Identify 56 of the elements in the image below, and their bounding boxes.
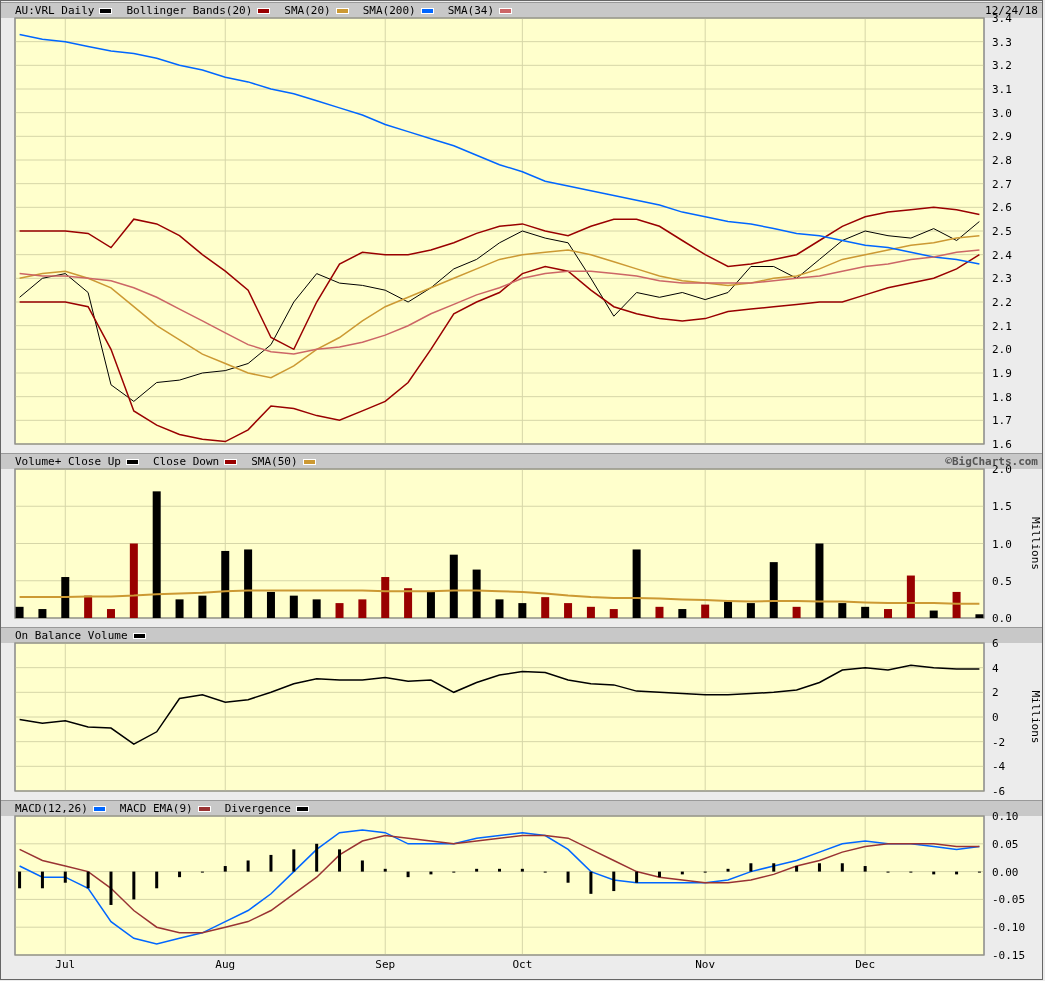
- axis-tick-label: 1.7: [992, 414, 1012, 428]
- credit-text: ©BigCharts.com: [945, 455, 1039, 468]
- axis-tick-label: -2: [992, 735, 1006, 749]
- axis-tick-label: 1.0: [992, 537, 1012, 551]
- legend-label: On Balance Volume: [15, 629, 128, 642]
- axis-tick-label: 2.0: [992, 343, 1012, 357]
- axis-tick-label: 3.2: [992, 59, 1012, 73]
- axis-tick-label: 1.6: [992, 438, 1012, 451]
- axis-title: Millions: [1029, 517, 1042, 570]
- axis-tick-label: 1.5: [992, 500, 1012, 514]
- axis-tick-label: -6: [992, 785, 1006, 798]
- legend-label: MACD EMA(9): [119, 802, 193, 815]
- axis-tick-label: -0.15: [992, 949, 1026, 962]
- axis-tick-label: 0.00: [992, 865, 1019, 879]
- legend-label: SMA(34): [447, 4, 495, 17]
- axis-tick-label: 2.3: [992, 272, 1012, 286]
- axis-tick-label: Jul: [55, 958, 76, 971]
- axis-tick-label: 0.0: [992, 612, 1012, 625]
- axis-tick-label: 0.5: [992, 574, 1012, 588]
- axis-tick-label: -0.05: [992, 893, 1026, 907]
- legend-label: SMA(200): [362, 4, 416, 17]
- axis-tick-label: Sep: [375, 958, 396, 971]
- axis-tick-label: -0.10: [992, 921, 1026, 935]
- axis-tick-label: 0.10: [992, 810, 1019, 823]
- legend-label: AU:VRL Daily: [15, 4, 95, 17]
- axis-tick-label: 1.8: [992, 390, 1012, 404]
- axis-tick-label: Oct: [512, 958, 533, 971]
- axis-tick-label: 0.05: [992, 837, 1019, 851]
- axis-tick-label: 2: [992, 686, 999, 700]
- axis-tick-label: Dec: [855, 958, 876, 971]
- legend-label: SMA(20): [284, 4, 331, 17]
- axis-tick-label: 0: [992, 711, 999, 724]
- axis-tick-label: 2.4: [992, 248, 1012, 262]
- legend-label: Bollinger Bands(20): [126, 4, 253, 17]
- axis-tick-label: 2.9: [992, 130, 1012, 144]
- legend-label: Volume+ Close Up: [15, 455, 121, 468]
- axis-tick-label: Aug: [215, 958, 236, 971]
- legend-label: SMA(50): [251, 455, 298, 468]
- axis-tick-label: 2.1: [992, 319, 1012, 333]
- legend-label: Divergence: [224, 802, 291, 815]
- axis-tick-label: 2.6: [992, 201, 1012, 215]
- axis-tick-label: 2.5: [992, 225, 1012, 238]
- axis-title: Millions: [1029, 690, 1042, 744]
- axis-tick-label: 3.3: [992, 35, 1012, 49]
- axis-tick-label: 1.9: [992, 367, 1012, 380]
- axis-tick-label: 4: [992, 661, 999, 675]
- axis-tick-label: 3.0: [992, 106, 1012, 120]
- legend-label: MACD(12,26): [15, 802, 88, 815]
- axis-tick-label: 3.1: [992, 83, 1012, 96]
- axis-tick-label: 2.2: [992, 296, 1012, 309]
- legend-label: Close Down: [152, 455, 220, 468]
- axis-tick-label: Nov: [695, 958, 716, 971]
- axis-tick-label: 6: [992, 637, 999, 650]
- axis-tick-label: -4: [992, 760, 1006, 774]
- axis-tick-label: 2.7: [992, 177, 1012, 191]
- axis-tick-label: 2.8: [992, 154, 1012, 167]
